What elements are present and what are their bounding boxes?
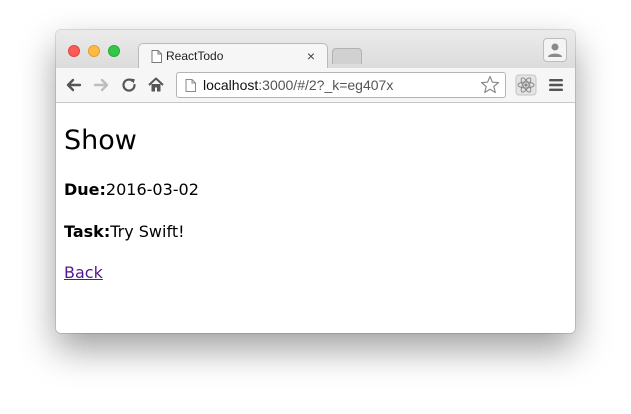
back-link[interactable]: Back (64, 263, 103, 282)
task-value: Try Swift! (110, 222, 185, 241)
profile-icon (548, 43, 562, 57)
page-title: Show (64, 125, 137, 156)
home-icon[interactable] (146, 75, 166, 95)
tab-title: ReactTodo (166, 49, 224, 63)
url-text[interactable]: localhost:3000/#/2?_k=eg407x (203, 77, 393, 93)
address-bar[interactable]: localhost:3000/#/2?_k=eg407x (176, 72, 506, 98)
browser-window: ReactTodo × localhost:3000/#/2?_k=eg407x… (56, 30, 575, 333)
zoom-window-button[interactable] (108, 45, 120, 57)
url-path: :3000/#/2?_k=eg407x (258, 77, 394, 93)
profile-button[interactable] (543, 38, 567, 62)
title-bar: ReactTodo × (56, 30, 575, 69)
minimize-window-button[interactable] (88, 45, 100, 57)
page-icon (151, 50, 162, 63)
due-line: Due:2016-03-02 (64, 180, 199, 199)
page-content: Show Due:2016-03-02 Task:Try Swift! Back (56, 103, 575, 333)
url-host: localhost (203, 77, 259, 93)
tab-reacttodo[interactable]: ReactTodo × (138, 43, 328, 69)
task-line: Task:Try Swift! (64, 222, 185, 241)
due-value: 2016-03-02 (105, 180, 199, 199)
toolbar: localhost:3000/#/2?_k=eg407x (56, 68, 575, 103)
close-window-button[interactable] (68, 45, 80, 57)
forward-arrow-icon[interactable] (91, 75, 111, 95)
page-icon (185, 79, 196, 92)
star-icon[interactable] (479, 74, 501, 96)
hamburger-menu-icon[interactable] (548, 78, 564, 92)
reload-icon[interactable] (119, 75, 139, 95)
task-label: Task: (64, 222, 111, 241)
due-label: Due: (64, 180, 106, 199)
react-devtools-icon[interactable] (515, 74, 537, 96)
new-tab-button[interactable] (332, 48, 362, 64)
back-arrow-icon[interactable] (64, 75, 84, 95)
tab-close-icon[interactable]: × (307, 47, 315, 65)
